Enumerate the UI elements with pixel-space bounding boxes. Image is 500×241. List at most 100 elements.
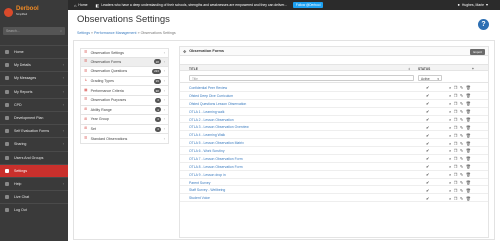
search-input[interactable]: Search... ⌕ xyxy=(3,27,65,35)
menu-item-ability-range[interactable]: ⊞ Ability Range 4 › xyxy=(80,105,169,116)
edit-icon[interactable]: ✎ xyxy=(460,93,463,98)
news-ticker[interactable]: ◧ Leaders who have a deep understanding … xyxy=(95,3,286,8)
sidebar-item-cpd[interactable]: CPD › xyxy=(0,97,68,111)
search-icon[interactable]: ⌕ xyxy=(449,196,451,201)
delete-icon[interactable]: 🗑 xyxy=(466,109,471,114)
edit-icon[interactable]: ✎ xyxy=(460,141,463,146)
sidebar-item-my-messages[interactable]: My Messages › xyxy=(0,71,68,84)
menu-item-year-group[interactable]: ⊞ Year Group 4 › xyxy=(80,115,169,125)
search-icon[interactable]: ⌕ xyxy=(449,141,451,146)
sidebar-item-users-and-groups[interactable]: Users And Groups xyxy=(0,150,68,164)
delete-icon[interactable]: 🗑 xyxy=(466,172,471,177)
search-icon[interactable]: ⌕ xyxy=(449,93,451,98)
form-title-link[interactable]: OTLA 7 - Lesson Observation Form xyxy=(189,157,243,161)
help-button[interactable]: ? xyxy=(478,19,489,30)
sidebar-item-sharing[interactable]: Sharing › xyxy=(0,137,68,150)
copy-icon[interactable]: ❐ xyxy=(454,141,458,146)
menu-item-set[interactable]: ⊞ Set 4 › xyxy=(80,124,169,135)
delete-icon[interactable]: 🗑 xyxy=(466,101,471,106)
copy-icon[interactable]: ❐ xyxy=(454,188,458,193)
delete-icon[interactable]: 🗑 xyxy=(466,148,471,153)
sidebar-item-home[interactable]: Home xyxy=(0,45,68,58)
form-title-link[interactable]: OTLA 5 - Lesson Observation Matrix xyxy=(189,141,244,145)
search-icon[interactable]: ⌕ xyxy=(449,172,451,177)
edit-icon[interactable]: ✎ xyxy=(460,85,463,90)
sidebar-item-development-plan[interactable]: Development Plan xyxy=(0,110,68,124)
sidebar-item-settings[interactable]: Settings xyxy=(0,163,68,177)
sidebar-item-live-chat[interactable]: Live Chat xyxy=(0,190,68,203)
title-filter-input[interactable]: Title xyxy=(189,75,414,81)
menu-item-observation-settings[interactable]: ☰ Observation Settings › xyxy=(80,48,169,58)
edit-icon[interactable]: ✎ xyxy=(460,125,463,130)
menu-item-observation-forms[interactable]: ☰ Observation Forms 18 › xyxy=(80,57,169,68)
search-icon[interactable]: ⌕ xyxy=(449,188,451,193)
breadcrumb-performance-management[interactable]: Performance Management xyxy=(94,31,137,35)
edit-icon[interactable]: ✎ xyxy=(460,148,463,153)
copy-icon[interactable]: ❐ xyxy=(454,101,458,106)
copy-icon[interactable]: ❐ xyxy=(454,156,458,161)
copy-icon[interactable]: ❐ xyxy=(454,148,458,153)
form-title-link[interactable]: OTLA 8 - Lesson Observation Form xyxy=(189,165,243,169)
menu-item-grading-types[interactable]: ↳ Grading Types 19 › xyxy=(80,76,169,87)
form-title-link[interactable]: OTLA 9 - Lesson drop in xyxy=(189,173,226,177)
menu-item-standard-observations[interactable]: ☰ Standard Observations › xyxy=(80,134,169,144)
form-title-link[interactable]: Parent Survey xyxy=(189,181,211,185)
search-icon[interactable]: ⌕ xyxy=(449,164,451,169)
sidebar-item-self-evaluation-forms[interactable]: Self Evaluation Forms › xyxy=(0,124,68,137)
search-icon[interactable]: ⌕ xyxy=(449,156,451,161)
delete-icon[interactable]: 🗑 xyxy=(466,164,471,169)
delete-icon[interactable]: 🗑 xyxy=(466,188,471,193)
copy-icon[interactable]: ❐ xyxy=(454,117,458,122)
copy-icon[interactable]: ❐ xyxy=(454,180,458,185)
delete-icon[interactable]: 🗑 xyxy=(466,117,471,122)
search-icon[interactable]: ⌕ xyxy=(449,148,451,153)
copy-icon[interactable]: ❐ xyxy=(454,93,458,98)
search-icon[interactable]: ⌕ xyxy=(449,117,451,122)
edit-icon[interactable]: ✎ xyxy=(460,164,463,169)
copy-icon[interactable]: ❐ xyxy=(454,164,458,169)
delete-icon[interactable]: 🗑 xyxy=(466,85,471,90)
home-link[interactable]: ⌂ Home xyxy=(74,3,87,8)
copy-icon[interactable]: ❐ xyxy=(454,172,458,177)
copy-icon[interactable]: ❐ xyxy=(454,196,458,201)
edit-icon[interactable]: ✎ xyxy=(460,117,463,122)
search-icon[interactable]: ⌕ xyxy=(449,109,451,114)
search-icon[interactable]: ⌕ xyxy=(449,125,451,130)
form-title-link[interactable]: Confidential Peer Review xyxy=(189,86,227,90)
copy-icon[interactable]: ❐ xyxy=(454,85,458,90)
breadcrumb-settings[interactable]: Settings xyxy=(77,31,90,35)
copy-icon[interactable]: ❐ xyxy=(454,109,458,114)
menu-item-observation-questions[interactable]: ☰ Observation Questions 223 › xyxy=(80,67,169,77)
search-icon[interactable]: ⌕ xyxy=(449,85,451,90)
copy-icon[interactable]: ❐ xyxy=(454,133,458,138)
form-title-link[interactable]: Staff Survey - Wellbeing xyxy=(189,188,225,192)
delete-icon[interactable]: 🗑 xyxy=(466,125,471,130)
form-title-link[interactable]: OTLA 1 - Learning walk xyxy=(189,110,224,114)
edit-icon[interactable]: ✎ xyxy=(460,188,463,193)
delete-icon[interactable]: 🗑 xyxy=(466,133,471,138)
copy-icon[interactable]: ❐ xyxy=(454,125,458,130)
logo[interactable]: Derbool Simplified xyxy=(4,4,64,20)
delete-icon[interactable]: 🗑 xyxy=(466,141,471,146)
delete-icon[interactable]: 🗑 xyxy=(466,196,471,201)
sidebar-item-my-details[interactable]: My Details › xyxy=(0,58,68,71)
sidebar-item-log-out[interactable]: Log Out xyxy=(0,203,68,216)
menu-item-observation-purposes[interactable]: ☰ Observation Purposes 4 › xyxy=(80,95,169,106)
search-icon[interactable]: ⌕ xyxy=(449,101,451,106)
edit-icon[interactable]: ✎ xyxy=(460,109,463,114)
delete-icon[interactable]: 🗑 xyxy=(466,156,471,161)
form-title-link[interactable]: Ofsted Questions Lesson Observation xyxy=(189,102,246,106)
status-filter-select[interactable]: Active ▾ xyxy=(418,75,442,81)
edit-icon[interactable]: ✎ xyxy=(460,101,463,106)
form-title-link[interactable]: OTLA 4 - Learning Walk xyxy=(189,133,225,137)
form-title-link[interactable]: Student Voice xyxy=(189,196,210,200)
export-button[interactable]: Export xyxy=(470,49,485,55)
form-title-link[interactable]: Ofsted Deep Dive Curriculum xyxy=(189,94,233,98)
twitter-follow-button[interactable]: Follow @Derbool xyxy=(292,2,324,8)
search-icon[interactable]: ⌕ xyxy=(449,180,451,185)
form-title-link[interactable]: OTLA 6 - Work Scrutiny xyxy=(189,149,225,153)
sidebar-item-my-reports[interactable]: My Reports › xyxy=(0,84,68,98)
edit-icon[interactable]: ✎ xyxy=(460,172,463,177)
edit-icon[interactable]: ✎ xyxy=(460,156,463,161)
add-form-button[interactable]: + xyxy=(472,67,474,71)
